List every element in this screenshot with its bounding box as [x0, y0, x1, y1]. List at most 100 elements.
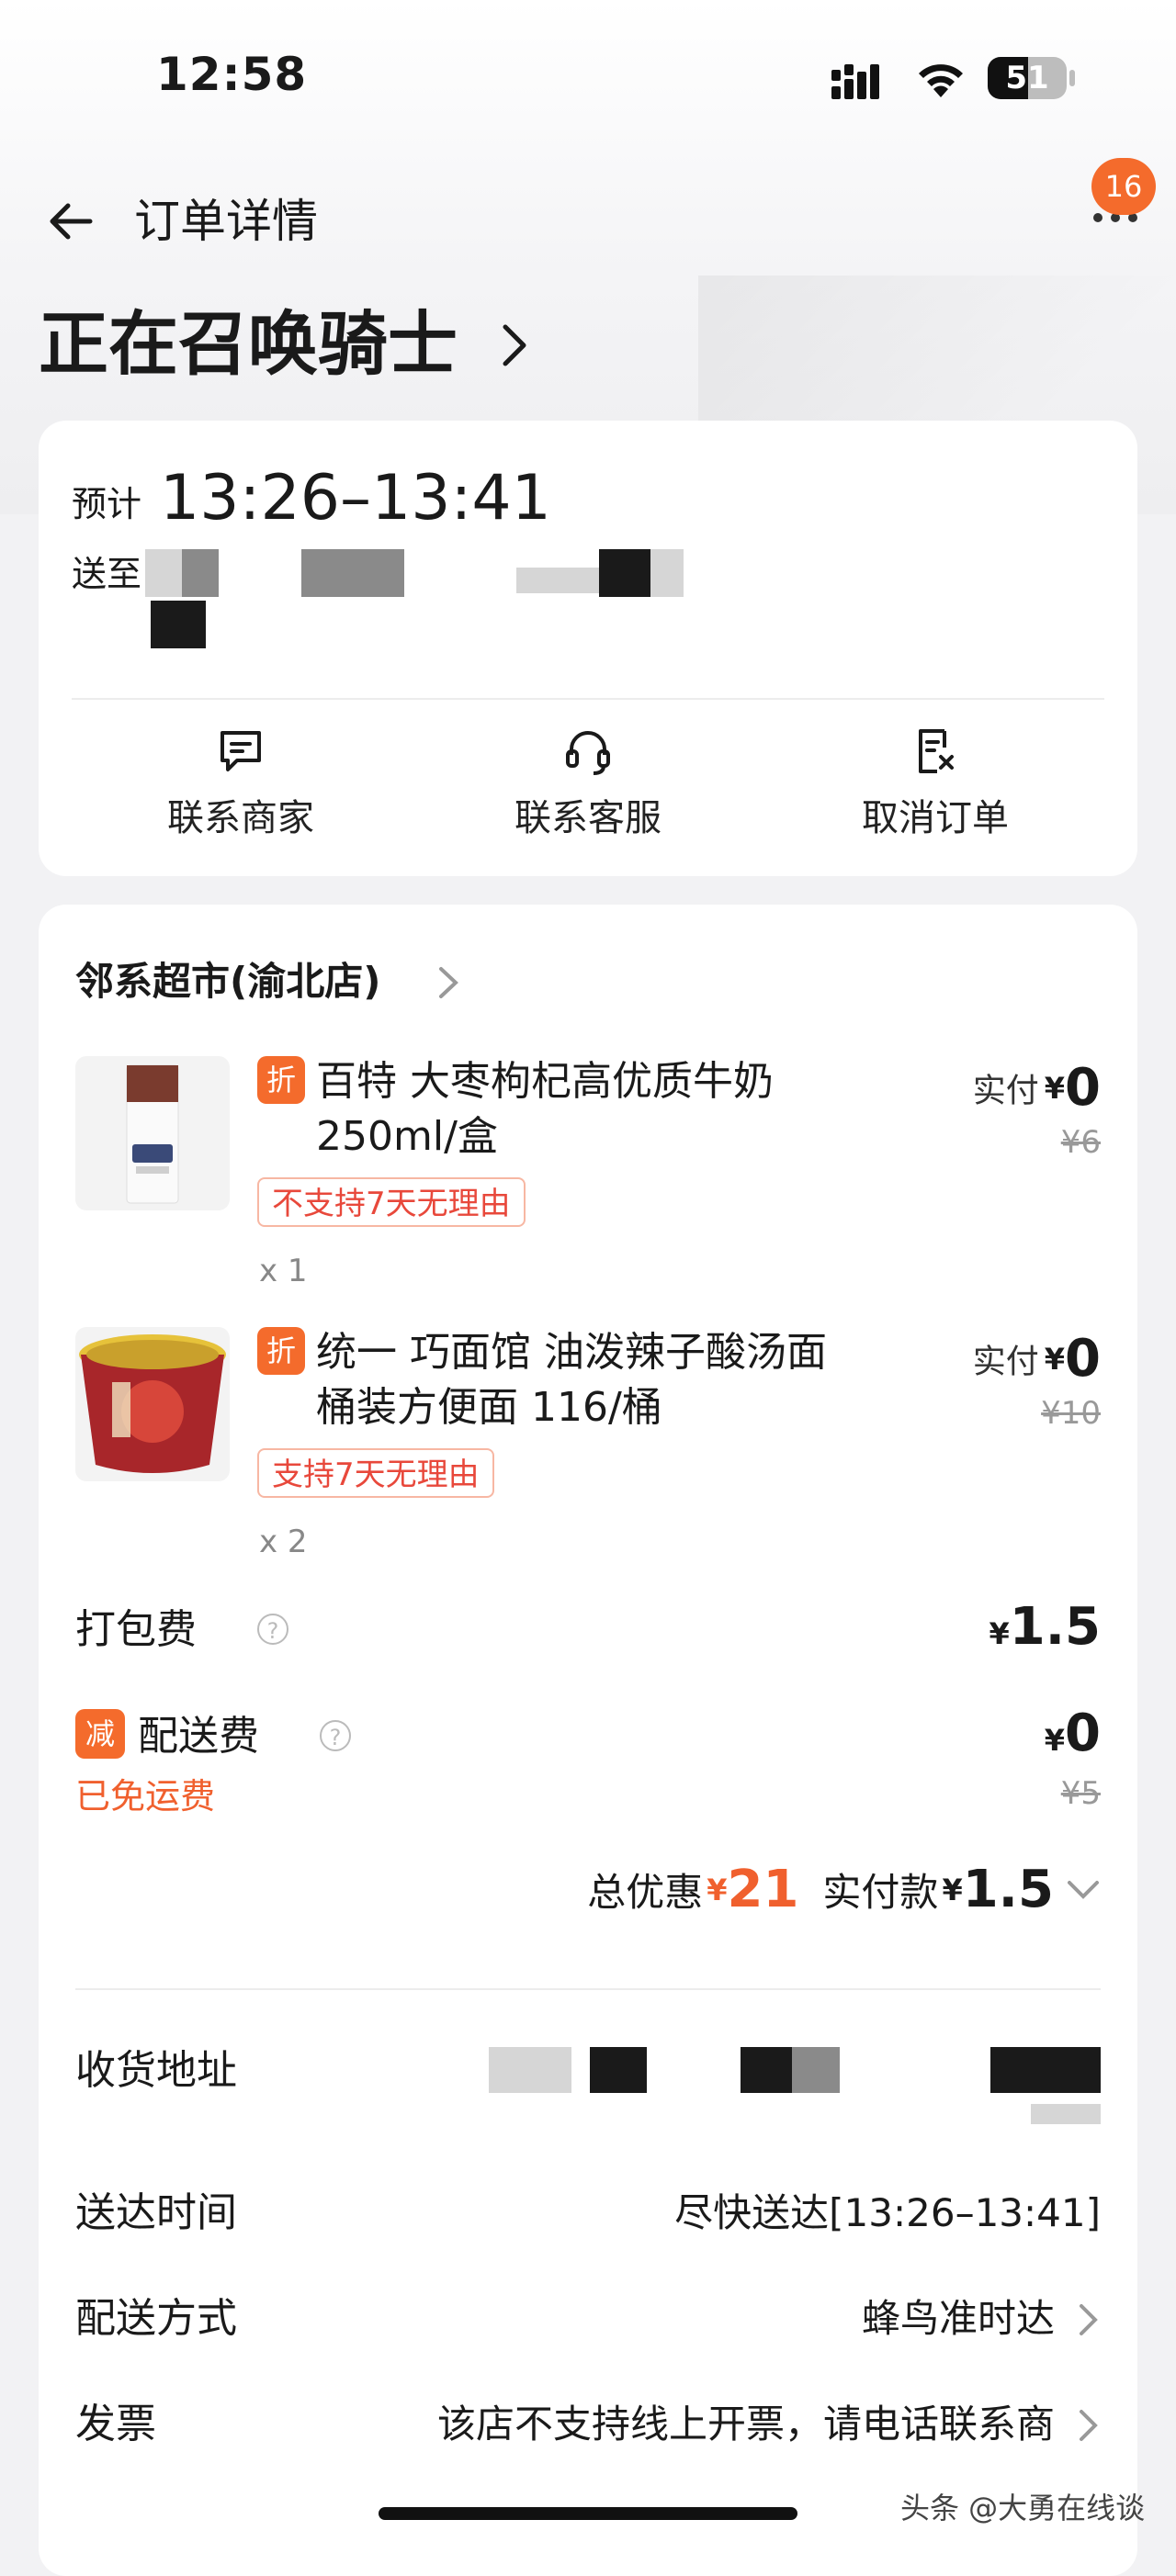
- discount-tag: 折: [257, 1056, 305, 1104]
- original-price: ¥10: [1041, 1395, 1101, 1432]
- store-name[interactable]: 邻系超市(渝北店): [75, 956, 380, 1007]
- total-discount-amount: 21: [727, 1860, 799, 1919]
- contact-merchant-button[interactable]: 联系商家: [103, 724, 379, 852]
- eta-label: 预计: [72, 484, 142, 524]
- total-paid-label: 实付款: [822, 1870, 939, 1915]
- discount-tag: 折: [257, 1327, 305, 1375]
- divider: [75, 1988, 1101, 1990]
- order-item[interactable]: 折 百特 大枣枸杞高优质牛奶 250ml/盒 不支持7天无理由 x 1 实付 ¥0…: [39, 1056, 1137, 1322]
- packing-fee-label: 打包费: [75, 1606, 197, 1653]
- home-indicator[interactable]: [379, 2507, 797, 2520]
- divider: [72, 698, 1104, 700]
- item-name: 百特 大枣枸杞高优质牛奶 250ml/盒: [316, 1058, 774, 1160]
- invoice-row[interactable]: 发票 该店不支持线上开票，请电话联系商: [75, 2397, 1101, 2461]
- chevron-right-icon: [439, 967, 458, 998]
- delivery-original-price: ¥5: [1060, 1775, 1101, 1812]
- packing-fee-value: ¥1.5: [989, 1597, 1101, 1657]
- redacted-block: [1031, 2104, 1101, 2124]
- page-title: 订单详情: [134, 195, 318, 248]
- delivery-fee-amount: 0: [1065, 1704, 1101, 1763]
- currency-symbol: ¥: [707, 1872, 728, 1907]
- redacted-block: [182, 549, 219, 597]
- redacted-block: [741, 2047, 792, 2093]
- paid-label: 实付: [972, 1072, 1039, 1110]
- delivery-address-row: 收货地址: [75, 2043, 1101, 2163]
- delivery-card: 预计 13:26–13:41 送至 联系商家 联系客服 取消订单: [39, 421, 1137, 876]
- contact-support-button[interactable]: 联系客服: [450, 724, 726, 852]
- redacted-block: [650, 549, 684, 597]
- action-label: 联系客服: [514, 797, 662, 839]
- notification-badge: 16: [1091, 158, 1156, 215]
- battery-tip: [1069, 70, 1075, 86]
- battery-percent: 51: [1005, 60, 1049, 96]
- chevron-down-icon: [1068, 1880, 1099, 1899]
- paid-label: 实付: [972, 1343, 1039, 1381]
- delivery-fee-label: 配送费: [138, 1713, 259, 1760]
- item-quantity: x 2: [259, 1524, 308, 1560]
- invoice-value: 该店不支持线上开票，请电话联系商: [436, 2402, 1055, 2447]
- free-delivery-note: 已免运费: [75, 1776, 216, 1817]
- currency-symbol: ¥: [942, 1872, 963, 1907]
- headset-icon: [566, 731, 610, 775]
- packing-fee-amount: 1.5: [1009, 1597, 1101, 1657]
- delivery-time-label: 送达时间: [75, 2189, 237, 2236]
- address-label: 送至: [72, 554, 142, 594]
- original-price: ¥6: [1060, 1124, 1101, 1161]
- item-name: 统一 巧面馆 油泼辣子酸汤面桶装方便面 116/桶: [316, 1329, 827, 1431]
- delivery-time-value: 尽快送达[13:26–13:41]: [674, 2190, 1101, 2235]
- delivery-address-label: 收货地址: [75, 2047, 237, 2094]
- delivery-time-row: 送达时间 尽快送达[13:26–13:41]: [75, 2186, 1101, 2250]
- currency-symbol: ¥: [1044, 1723, 1066, 1758]
- total-discount-label: 总优惠: [587, 1870, 704, 1915]
- delivery-method-row[interactable]: 配送方式 蜂鸟准时达: [75, 2291, 1101, 2356]
- currency-symbol: ¥: [989, 1616, 1010, 1651]
- redacted-block: [990, 2047, 1101, 2093]
- order-summary[interactable]: 总优惠 ¥21 实付款 ¥1.5: [587, 1860, 1101, 1919]
- packing-fee-row: 打包费 ? ¥1.5: [75, 1597, 1101, 1685]
- status-bar: 12:58 51: [0, 0, 1176, 156]
- message-icon: [220, 731, 261, 771]
- order-item[interactable]: 折 统一 巧面馆 油泼辣子酸汤面桶装方便面 116/桶 支持7天无理由 x 2 …: [39, 1327, 1137, 1593]
- question-icon[interactable]: ?: [257, 1614, 288, 1645]
- battery-icon: 51: [988, 57, 1067, 99]
- redacted-block: [145, 549, 182, 597]
- redacted-block: [489, 2047, 571, 2093]
- redacted-block: [792, 2047, 840, 2093]
- redacted-block: [590, 2047, 647, 2093]
- item-quantity: x 1: [259, 1253, 308, 1289]
- question-icon[interactable]: ?: [320, 1720, 351, 1751]
- paid-amount: 0: [1065, 1329, 1101, 1389]
- total-paid-amount: 1.5: [962, 1860, 1054, 1919]
- redacted-block: [516, 568, 599, 593]
- watermark: 头条 @大勇在线谈: [900, 2491, 1146, 2525]
- redacted-block: [356, 549, 404, 597]
- delivery-fee-row: 减 配送费 ? 已免运费 ¥0 ¥5: [75, 1704, 1101, 1838]
- paid-amount: 0: [1065, 1058, 1101, 1118]
- chevron-right-icon: [1080, 2304, 1098, 2335]
- delivery-method-value: 蜂鸟准时达: [861, 2296, 1055, 2341]
- cancel-order-button[interactable]: 取消订单: [797, 724, 1073, 852]
- status-time: 12:58: [156, 48, 308, 101]
- action-label: 联系商家: [167, 797, 314, 839]
- invoice-label: 发票: [75, 2401, 156, 2447]
- chevron-right-icon: [503, 324, 526, 366]
- item-paid-price: 实付 ¥0: [973, 1058, 1101, 1118]
- cellular-signal-icon: [831, 64, 879, 99]
- cancel-order-icon: [919, 729, 954, 773]
- redacted-block: [599, 549, 650, 597]
- back-arrow-icon[interactable]: [44, 195, 97, 248]
- eta-time: 13:26–13:41: [160, 462, 551, 534]
- order-status-headline[interactable]: 正在召唤骑士: [39, 303, 458, 386]
- product-thumbnail-noodles: [75, 1327, 230, 1481]
- delivery-method-label: 配送方式: [75, 2295, 237, 2342]
- return-policy-tag: 支持7天无理由: [257, 1448, 494, 1498]
- chevron-right-icon: [1080, 2410, 1098, 2441]
- noodle-cup-image: [79, 1334, 226, 1473]
- product-thumbnail-milk: [75, 1056, 230, 1210]
- milk-carton-image: [126, 1064, 179, 1204]
- return-policy-tag: 不支持7天无理由: [257, 1177, 526, 1227]
- order-card: 邻系超市(渝北店) 折 百特 大枣枸杞高优质牛奶 250ml/盒 不支持7天无理…: [39, 905, 1137, 2576]
- redacted-block: [151, 601, 206, 648]
- delivery-fee-value: ¥0: [1045, 1704, 1101, 1763]
- more-dot-icon: [1093, 213, 1102, 222]
